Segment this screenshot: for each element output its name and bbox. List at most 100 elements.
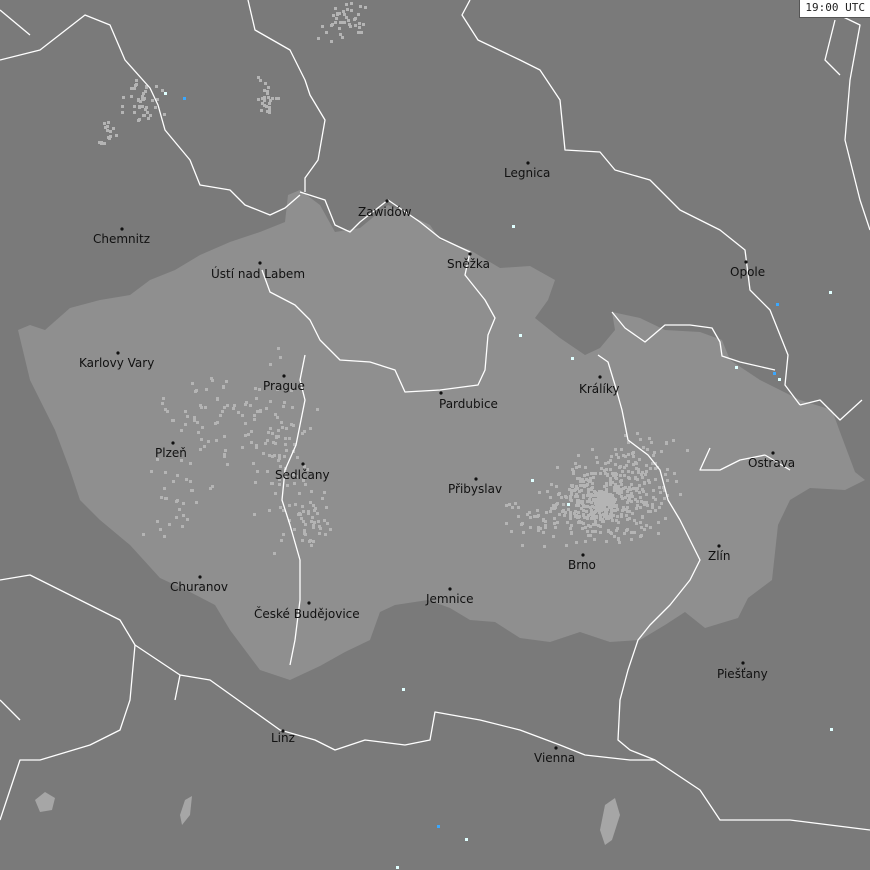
lightning-strike [350,9,353,12]
city-label: Karlovy Vary [79,356,154,370]
lightning-strike [623,474,626,477]
lightning-strike [570,524,573,527]
lightning-strike [107,121,110,124]
lightning-strike [282,405,285,408]
lightning-strike [630,531,633,534]
lightning-strike [267,86,270,89]
lightning-strike [219,414,222,417]
lightning-strike [610,495,613,498]
lightning-strike [345,3,348,6]
lightning-strike [260,109,263,112]
lightning-strike [607,530,610,533]
lightning-strike [175,500,178,503]
lightning-strike [576,501,579,504]
lightning-strike [224,449,227,452]
city-label: Brno [568,558,596,572]
lightning-strike [182,514,185,517]
lightning-strike [163,535,166,538]
lightning-strike [555,503,558,506]
lightning-strike [273,454,276,457]
lightning-strike [277,347,280,350]
lightning-strike [588,498,591,501]
lightning-strike [569,527,572,530]
lightning-strike [575,541,578,544]
lightning-strike [266,92,269,95]
lightning-strike [197,431,200,434]
lightning-strike [189,462,192,465]
lightning-map[interactable]: Chemnitz Zawidów Legnica Ústí nad Labem Sněž… [0,0,870,870]
lightning-strike [225,380,228,383]
lightning-strike [533,515,536,518]
lightning-strike [617,537,620,540]
lightning-strike [259,409,262,412]
city-label: Legnica [504,166,550,180]
lightning-strike [312,504,315,507]
lightning-strike [346,8,349,11]
lightning-strike [269,99,272,102]
lightning-strike [622,506,625,509]
lightning-strike [135,79,138,82]
lightning-strike [660,502,663,505]
lightning-strike [602,520,605,523]
lightning-strike [594,523,597,526]
city-label: Ústí nad Labem [211,266,305,281]
lightning-strike [605,491,608,494]
lightning-strike [627,470,630,473]
lightning-strike [628,477,631,480]
lightning-strike [301,539,304,542]
lightning-strike [172,419,175,422]
city-marker [598,375,602,379]
lightning-strike [630,483,633,486]
lightning-strike [100,142,103,145]
lightning-strike [585,510,588,513]
lightning-strike [326,522,329,525]
lightning-strike [284,443,287,446]
city-marker [468,252,472,256]
lightning-strike [303,529,306,532]
lightning-strike [626,494,629,497]
lightning-strike [613,535,616,538]
city-marker [741,661,745,665]
city-marker [120,227,124,231]
lightning-strike [672,439,675,442]
lightning-strike [195,501,198,504]
lightning-strike [618,492,621,495]
lightning-strike [293,528,296,531]
lightning-strike [609,477,612,480]
lightning-strike [569,495,572,498]
lightning-strike [334,21,337,24]
lightning-strike [645,470,648,473]
lightning-strike [193,419,196,422]
lightning-strike [184,423,187,426]
lightning-strike [162,397,165,400]
lightning-strike [250,430,253,433]
lightning-strike [278,457,281,460]
lightning-strike [396,866,399,869]
lightning-strike [581,502,584,505]
lightning-strike [319,527,322,530]
lightning-strike [161,402,164,405]
lightning-strike [166,410,169,413]
lightning-strike [644,473,647,476]
lightning-strike [778,378,781,381]
lightning-strike [562,503,565,506]
lightning-strike [258,388,261,391]
lightning-strike [592,476,595,479]
lightning-strike [638,491,641,494]
lightning-strike [323,491,326,494]
lightning-strike [323,519,326,522]
lightning-strike [163,113,166,116]
lightning-strike [151,99,154,102]
lightning-strike [268,108,271,111]
lightning-strike [288,437,291,440]
lightning-strike [223,435,226,438]
lightning-strike [631,512,634,515]
lightning-strike [141,105,144,108]
lightning-strike [301,505,304,508]
lightning-strike [261,102,264,105]
lightning-strike [106,125,109,128]
lightning-strike [773,372,776,375]
lightning-strike [582,514,585,517]
lightning-strike [830,728,833,731]
lightning-strike [614,448,617,451]
